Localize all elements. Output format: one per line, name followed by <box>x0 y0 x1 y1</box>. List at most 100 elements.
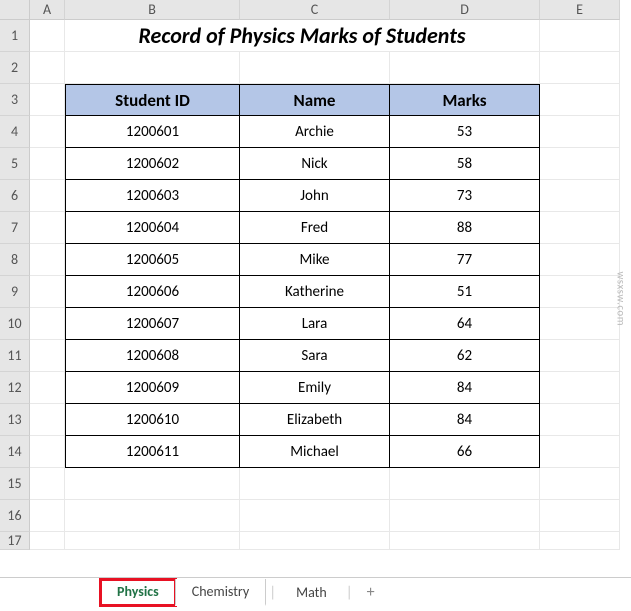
table-row[interactable]: Lara <box>240 308 390 340</box>
table-row[interactable]: Elizabeth <box>240 404 390 436</box>
row-header-10[interactable]: 10 <box>0 308 30 340</box>
col-header-E[interactable]: E <box>540 0 620 20</box>
cell-E1[interactable] <box>540 20 620 52</box>
table-row[interactable]: 1200608 <box>65 340 240 372</box>
table-row[interactable]: 1200609 <box>65 372 240 404</box>
cell-E17[interactable] <box>540 532 620 550</box>
tab-math[interactable]: Math <box>280 580 343 605</box>
row-header-1[interactable]: 1 <box>0 20 30 52</box>
row-header-13[interactable]: 13 <box>0 404 30 436</box>
row-header-8[interactable]: 8 <box>0 244 30 276</box>
cell-A17[interactable] <box>30 532 65 550</box>
cell-A14[interactable] <box>30 436 65 468</box>
table-row[interactable]: 88 <box>390 212 540 244</box>
table-row[interactable]: 1200610 <box>65 404 240 436</box>
table-header-name[interactable]: Name <box>240 84 390 116</box>
cell-D15[interactable] <box>390 468 540 500</box>
row-header-3[interactable]: 3 <box>0 84 30 116</box>
cell-A8[interactable] <box>30 244 65 276</box>
table-row[interactable]: 77 <box>390 244 540 276</box>
table-header-marks[interactable]: Marks <box>390 84 540 116</box>
cell-E6[interactable] <box>540 180 620 212</box>
cell-A2[interactable] <box>30 52 65 84</box>
cell-E11[interactable] <box>540 340 620 372</box>
col-header-D[interactable]: D <box>390 0 540 20</box>
cell-B2[interactable] <box>65 52 240 84</box>
table-row[interactable]: Nick <box>240 148 390 180</box>
row-header-7[interactable]: 7 <box>0 212 30 244</box>
table-row[interactable]: 1200611 <box>65 436 240 468</box>
cell-D2[interactable] <box>390 52 540 84</box>
cell-E7[interactable] <box>540 212 620 244</box>
cell-C17[interactable] <box>240 532 390 550</box>
cell-A15[interactable] <box>30 468 65 500</box>
table-row[interactable]: 84 <box>390 404 540 436</box>
cell-D16[interactable] <box>390 500 540 532</box>
cell-A7[interactable] <box>30 212 65 244</box>
table-row[interactable]: 66 <box>390 436 540 468</box>
cell-B17[interactable] <box>65 532 240 550</box>
row-header-17[interactable]: 17 <box>0 532 30 550</box>
cell-B15[interactable] <box>65 468 240 500</box>
cell-E13[interactable] <box>540 404 620 436</box>
cell-E8[interactable] <box>540 244 620 276</box>
table-row[interactable]: 73 <box>390 180 540 212</box>
cell-A5[interactable] <box>30 148 65 180</box>
cell-A3[interactable] <box>30 84 65 116</box>
table-row[interactable]: 1200605 <box>65 244 240 276</box>
cell-B16[interactable] <box>65 500 240 532</box>
table-row[interactable]: 53 <box>390 116 540 148</box>
table-row[interactable]: Archie <box>240 116 390 148</box>
table-row[interactable]: 62 <box>390 340 540 372</box>
cell-E16[interactable] <box>540 500 620 532</box>
table-row[interactable]: 84 <box>390 372 540 404</box>
table-row[interactable]: 58 <box>390 148 540 180</box>
row-header-12[interactable]: 12 <box>0 372 30 404</box>
row-header-6[interactable]: 6 <box>0 180 30 212</box>
table-row[interactable]: 1200606 <box>65 276 240 308</box>
cell-E10[interactable] <box>540 308 620 340</box>
cell-E5[interactable] <box>540 148 620 180</box>
table-row[interactable]: 1200602 <box>65 148 240 180</box>
cell-E15[interactable] <box>540 468 620 500</box>
cell-A10[interactable] <box>30 308 65 340</box>
cell-A4[interactable] <box>30 116 65 148</box>
cell-A9[interactable] <box>30 276 65 308</box>
cell-A13[interactable] <box>30 404 65 436</box>
table-row[interactable]: 1200607 <box>65 308 240 340</box>
row-header-2[interactable]: 2 <box>0 52 30 84</box>
table-row[interactable]: Michael <box>240 436 390 468</box>
cell-A12[interactable] <box>30 372 65 404</box>
table-row[interactable]: Sara <box>240 340 390 372</box>
cell-C2[interactable] <box>240 52 390 84</box>
table-row[interactable]: John <box>240 180 390 212</box>
col-header-A[interactable]: A <box>30 0 65 20</box>
table-row[interactable]: 1200601 <box>65 116 240 148</box>
cell-E14[interactable] <box>540 436 620 468</box>
cell-A6[interactable] <box>30 180 65 212</box>
row-header-14[interactable]: 14 <box>0 436 30 468</box>
table-row[interactable]: Mike <box>240 244 390 276</box>
row-header-9[interactable]: 9 <box>0 276 30 308</box>
table-row[interactable]: 1200603 <box>65 180 240 212</box>
col-header-C[interactable]: C <box>240 0 390 20</box>
cell-A11[interactable] <box>30 340 65 372</box>
tab-chemistry[interactable]: Chemistry <box>175 579 266 606</box>
table-row[interactable]: 1200604 <box>65 212 240 244</box>
table-row[interactable]: 64 <box>390 308 540 340</box>
cell-E12[interactable] <box>540 372 620 404</box>
table-row[interactable]: Emily <box>240 372 390 404</box>
table-row[interactable]: Fred <box>240 212 390 244</box>
row-header-4[interactable]: 4 <box>0 116 30 148</box>
cell-D17[interactable] <box>390 532 540 550</box>
select-all-corner[interactable] <box>0 0 30 20</box>
cell-C15[interactable] <box>240 468 390 500</box>
add-sheet-button[interactable]: + <box>357 579 385 606</box>
page-title[interactable]: Record of Physics Marks of Students <box>65 20 540 52</box>
cell-E9[interactable] <box>540 276 620 308</box>
row-header-15[interactable]: 15 <box>0 468 30 500</box>
cell-E4[interactable] <box>540 116 620 148</box>
tab-physics[interactable]: Physics <box>100 579 176 606</box>
table-row[interactable]: 51 <box>390 276 540 308</box>
table-header-id[interactable]: Student ID <box>65 84 240 116</box>
